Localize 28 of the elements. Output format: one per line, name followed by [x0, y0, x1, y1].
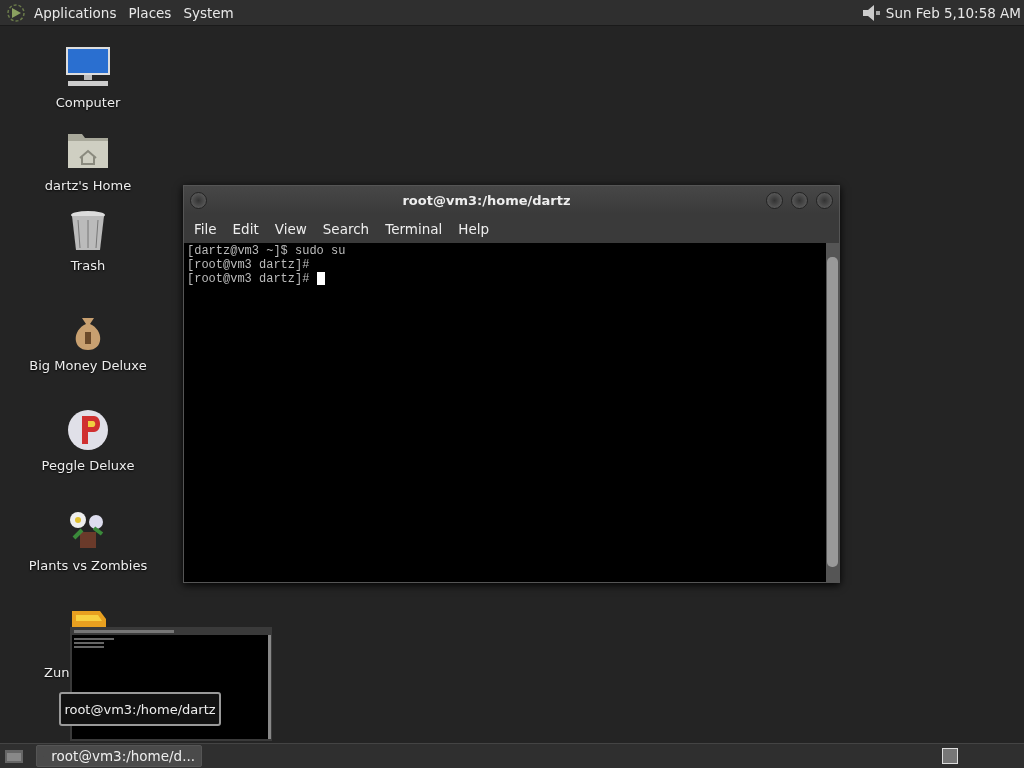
menu-item[interactable]: Edit — [224, 220, 267, 237]
menu-item[interactable]: Help — [450, 220, 498, 237]
tooltip: root@vm3:/home/dartz — [59, 692, 221, 726]
desktop-icon-label[interactable]: dartz's Home — [44, 178, 132, 193]
terminal-line: [dartz@vm3 ~]$ sudo su — [187, 244, 346, 258]
terminal-line: [root@vm3 dartz]# — [187, 258, 310, 272]
desktop-icon-label[interactable]: Big Money Deluxe — [29, 358, 147, 373]
scrollbar-thumb[interactable] — [827, 257, 838, 567]
panel-menu[interactable]: Places — [124, 4, 176, 21]
desktop-icon-label[interactable]: Trash — [70, 258, 106, 273]
show-desktop-icon[interactable] — [4, 747, 24, 765]
desktop-icon-label[interactable]: Computer — [55, 95, 121, 110]
window-title: root@vm3:/home/dartz — [401, 192, 572, 208]
workspace-switcher[interactable] — [942, 748, 958, 764]
menu-item[interactable]: View — [266, 220, 315, 237]
panel-menu[interactable]: Applications — [30, 4, 121, 21]
clock[interactable]: Sun Feb 5,10:58 AM — [885, 4, 1021, 21]
scrollbar[interactable] — [826, 243, 839, 582]
monitor-icon[interactable] — [64, 45, 112, 89]
terminal-line: [root@vm3 dartz]# — [187, 272, 311, 286]
menu-item[interactable]: Terminal — [377, 220, 451, 237]
panel-menu[interactable]: System — [179, 4, 238, 21]
menu-item[interactable]: Search — [314, 220, 378, 237]
desktop-icon-label[interactable]: Zun — [44, 665, 70, 680]
taskbar-button[interactable]: root@vm3:/home/d... — [36, 745, 202, 767]
desktop-icon-label[interactable]: Plants vs Zombies — [28, 558, 148, 573]
menu-item[interactable]: File — [186, 220, 225, 237]
desktop-icon-label[interactable]: Peggle Deluxe — [41, 458, 135, 473]
